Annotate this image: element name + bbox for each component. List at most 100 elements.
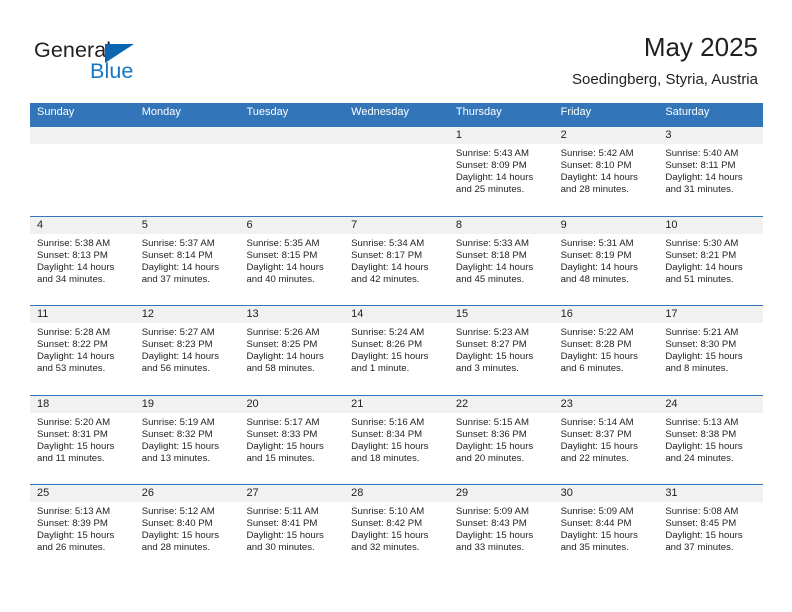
day-cell[interactable]: 8 Sunrise: 5:33 AM Sunset: 8:18 PM Dayli… xyxy=(448,216,554,305)
daylight-text-line1: Daylight: 14 hours xyxy=(246,351,324,363)
day-cell[interactable]: 26 Sunrise: 5:12 AM Sunset: 8:40 PM Dayl… xyxy=(134,485,240,574)
weekday-header-sunday: Sunday xyxy=(37,106,75,118)
daylight-text-line2: and 53 minutes. xyxy=(37,363,106,375)
day-cell[interactable]: 13 Sunrise: 5:26 AM Sunset: 8:25 PM Dayl… xyxy=(239,306,345,395)
day-number: 4 xyxy=(30,216,135,234)
sunset-text: Sunset: 8:34 PM xyxy=(351,428,423,440)
sunset-text: Sunset: 8:41 PM xyxy=(246,518,318,530)
daylight-text-line2: and 56 minutes. xyxy=(141,363,210,375)
daylight-text-line1: Daylight: 15 hours xyxy=(665,351,743,363)
day-number: 20 xyxy=(239,395,345,413)
sunset-text: Sunset: 8:13 PM xyxy=(37,249,108,261)
sunset-text: Sunset: 8:21 PM xyxy=(665,249,737,261)
sunset-text: Sunset: 8:45 PM xyxy=(665,518,737,530)
day-details: Sunrise: 5:09 AM Sunset: 8:44 PM Dayligh… xyxy=(554,502,659,554)
day-cell[interactable]: 9 Sunrise: 5:31 AM Sunset: 8:19 PM Dayli… xyxy=(553,216,659,305)
day-details: Sunrise: 5:22 AM Sunset: 8:28 PM Dayligh… xyxy=(554,323,659,375)
day-cell[interactable]: 29 Sunrise: 5:09 AM Sunset: 8:43 PM Dayl… xyxy=(448,485,554,574)
day-number: 3 xyxy=(658,127,764,144)
weekday-header-tuesday: Tuesday xyxy=(246,106,289,118)
day-cell[interactable]: 4 Sunrise: 5:38 AM Sunset: 8:13 PM Dayli… xyxy=(30,216,135,305)
sunrise-text: Sunrise: 5:10 AM xyxy=(351,506,425,517)
day-details: Sunrise: 5:10 AM Sunset: 8:42 PM Dayligh… xyxy=(344,502,449,554)
day-cell[interactable]: 7 Sunrise: 5:34 AM Sunset: 8:17 PM Dayli… xyxy=(344,216,449,305)
daylight-text-line2: and 22 minutes. xyxy=(560,452,629,464)
sunrise-text: Sunrise: 5:43 AM xyxy=(455,148,529,159)
weekday-header-saturday: Saturday xyxy=(665,106,710,118)
weekday-header-thursday: Thursday xyxy=(455,106,502,118)
day-cell[interactable]: 16 Sunrise: 5:22 AM Sunset: 8:28 PM Dayl… xyxy=(553,306,659,395)
weekday-header-wednesday: Wednesday xyxy=(351,106,410,118)
daylight-text-line2: and 6 minutes. xyxy=(560,363,624,375)
sunset-text: Sunset: 8:44 PM xyxy=(560,518,632,530)
day-details: Sunrise: 5:09 AM Sunset: 8:43 PM Dayligh… xyxy=(449,502,554,554)
daylight-text-line2: and 35 minutes. xyxy=(560,542,629,554)
day-details: Sunrise: 5:13 AM Sunset: 8:39 PM Dayligh… xyxy=(30,502,135,554)
day-cell[interactable]: 15 Sunrise: 5:23 AM Sunset: 8:27 PM Dayl… xyxy=(448,306,554,395)
daylight-text-line1: Daylight: 15 hours xyxy=(455,351,534,363)
daylight-text-line1: Daylight: 15 hours xyxy=(560,351,638,363)
day-details: Sunrise: 5:40 AM Sunset: 8:11 PM Dayligh… xyxy=(658,144,763,196)
day-cell[interactable]: 22 Sunrise: 5:15 AM Sunset: 8:36 PM Dayl… xyxy=(448,395,554,484)
day-cell[interactable]: 14 Sunrise: 5:24 AM Sunset: 8:26 PM Dayl… xyxy=(344,306,449,395)
sunset-text: Sunset: 8:26 PM xyxy=(351,339,423,351)
day-cell[interactable]: 5 Sunrise: 5:37 AM Sunset: 8:14 PM Dayli… xyxy=(134,216,240,305)
day-cell[interactable]: 11 Sunrise: 5:28 AM Sunset: 8:22 PM Dayl… xyxy=(30,306,135,395)
day-cell[interactable]: 27 Sunrise: 5:11 AM Sunset: 8:41 PM Dayl… xyxy=(239,485,345,574)
day-number: 9 xyxy=(553,216,659,234)
day-cell[interactable]: 30 Sunrise: 5:09 AM Sunset: 8:44 PM Dayl… xyxy=(553,485,659,574)
weekday-header-friday: Friday xyxy=(560,106,592,118)
daylight-text-line2: and 45 minutes. xyxy=(455,273,525,285)
sunrise-text: Sunrise: 5:30 AM xyxy=(665,237,739,249)
sunrise-text: Sunrise: 5:09 AM xyxy=(455,506,529,517)
daylight-text-line1: Daylight: 14 hours xyxy=(141,351,220,363)
page-header: General Blue May 2025 Soedingberg, Styri… xyxy=(0,0,792,103)
sunset-text: Sunset: 8:31 PM xyxy=(37,428,108,440)
sunset-text: Sunset: 8:27 PM xyxy=(455,339,527,351)
day-cell[interactable]: 21 Sunrise: 5:16 AM Sunset: 8:34 PM Dayl… xyxy=(344,395,449,484)
daylight-text-line2: and 28 minutes. xyxy=(560,184,629,196)
day-cell[interactable]: 18 Sunrise: 5:20 AM Sunset: 8:31 PM Dayl… xyxy=(30,395,135,484)
daylight-text-line2: and 37 minutes. xyxy=(665,542,734,554)
day-cell[interactable]: 10 Sunrise: 5:30 AM Sunset: 8:21 PM Dayl… xyxy=(658,216,764,305)
general-blue-logo[interactable]: General Blue xyxy=(34,39,204,92)
day-details: Sunrise: 5:27 AM Sunset: 8:23 PM Dayligh… xyxy=(135,323,240,375)
sunrise-text: Sunrise: 5:31 AM xyxy=(560,237,634,249)
day-cell[interactable]: 2 Sunrise: 5:42 AM Sunset: 8:10 PM Dayli… xyxy=(553,127,659,216)
day-cell[interactable]: 31 Sunrise: 5:08 AM Sunset: 8:45 PM Dayl… xyxy=(658,485,764,574)
sunrise-text: Sunrise: 5:19 AM xyxy=(141,416,215,428)
daylight-text-line1: Daylight: 14 hours xyxy=(351,261,429,273)
day-cell[interactable]: 17 Sunrise: 5:21 AM Sunset: 8:30 PM Dayl… xyxy=(658,306,764,395)
day-number: 27 xyxy=(239,485,345,502)
day-cell[interactable]: 19 Sunrise: 5:19 AM Sunset: 8:32 PM Dayl… xyxy=(134,395,240,484)
day-cell[interactable]: 24 Sunrise: 5:13 AM Sunset: 8:38 PM Dayl… xyxy=(658,395,764,484)
sunrise-text: Sunrise: 5:24 AM xyxy=(351,327,425,338)
day-cell[interactable]: 1 Sunrise: 5:43 AM Sunset: 8:09 PM Dayli… xyxy=(448,127,554,216)
sunrise-text: Sunrise: 5:13 AM xyxy=(665,416,739,428)
daylight-text-line2: and 3 minutes. xyxy=(455,363,519,375)
day-number: 18 xyxy=(30,395,135,413)
sunrise-text: Sunrise: 5:08 AM xyxy=(665,506,739,517)
day-details: Sunrise: 5:15 AM Sunset: 8:36 PM Dayligh… xyxy=(449,413,554,465)
day-cell[interactable]: 23 Sunrise: 5:14 AM Sunset: 8:37 PM Dayl… xyxy=(553,395,659,484)
day-cell[interactable]: 28 Sunrise: 5:10 AM Sunset: 8:42 PM Dayl… xyxy=(344,485,449,574)
daylight-text-line2: and 24 minutes. xyxy=(665,452,734,464)
calendar-week-row: 4 Sunrise: 5:38 AM Sunset: 8:13 PM Dayli… xyxy=(30,215,764,305)
day-number xyxy=(239,127,345,144)
sunrise-text: Sunrise: 5:37 AM xyxy=(141,237,215,249)
day-cell[interactable]: 25 Sunrise: 5:13 AM Sunset: 8:39 PM Dayl… xyxy=(30,485,135,574)
daylight-text-line2: and 42 minutes. xyxy=(351,273,420,285)
day-number: 29 xyxy=(448,485,554,502)
day-cell[interactable]: 6 Sunrise: 5:35 AM Sunset: 8:15 PM Dayli… xyxy=(239,216,345,305)
day-cell[interactable]: 3 Sunrise: 5:40 AM Sunset: 8:11 PM Dayli… xyxy=(658,127,764,216)
sunrise-text: Sunrise: 5:11 AM xyxy=(246,506,319,517)
day-number: 12 xyxy=(134,306,240,323)
day-cell[interactable]: 20 Sunrise: 5:17 AM Sunset: 8:33 PM Dayl… xyxy=(239,395,345,484)
daylight-text-line2: and 20 minutes. xyxy=(455,452,525,464)
day-details: Sunrise: 5:19 AM Sunset: 8:32 PM Dayligh… xyxy=(135,413,240,465)
day-cell[interactable]: 12 Sunrise: 5:27 AM Sunset: 8:23 PM Dayl… xyxy=(134,306,240,395)
sunset-text: Sunset: 8:18 PM xyxy=(455,249,527,261)
logo-text-blue: Blue xyxy=(90,59,134,83)
day-details: Sunrise: 5:28 AM Sunset: 8:22 PM Dayligh… xyxy=(30,323,135,375)
sunset-text: Sunset: 8:23 PM xyxy=(141,339,213,351)
